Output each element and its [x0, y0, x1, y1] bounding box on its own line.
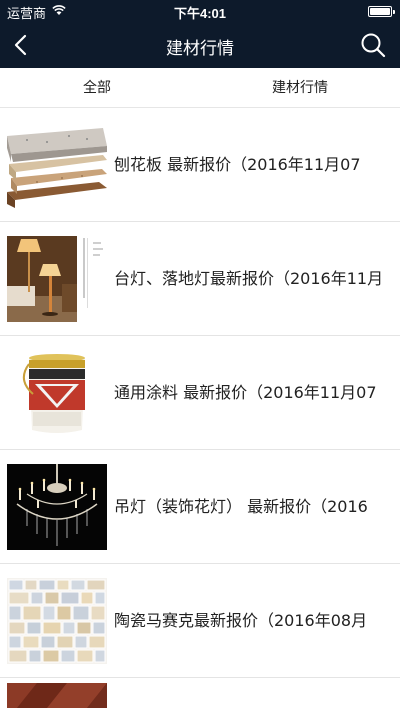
item-title: 陶瓷马赛克最新报价（2016年08月	[114, 611, 368, 630]
list-item[interactable]: 台灯、落地灯最新报价（2016年11月	[0, 222, 400, 336]
item-title: 吊灯（装饰花灯） 最新报价（2016	[114, 497, 368, 516]
tab-all[interactable]: 全部	[0, 68, 200, 108]
wood-floor-image	[7, 683, 107, 708]
status-bar: 运营商 下午4:01	[0, 0, 400, 22]
list-item[interactable]: 刨花板 最新报价（2016年11月07	[0, 108, 400, 222]
chandelier-image	[7, 464, 107, 550]
item-title: 刨花板 最新报价（2016年11月07	[114, 155, 361, 174]
news-list: 刨花板 最新报价（2016年11月07 台灯、落地灯最新报价（2016年11月	[0, 108, 400, 708]
nav-bar: 建材行情	[0, 22, 400, 68]
status-time: 下午4:01	[173, 6, 227, 21]
paint-bucket-image	[7, 350, 107, 436]
list-item[interactable]	[0, 678, 400, 708]
item-title: 通用涂料 最新报价（2016年11月07	[114, 383, 377, 402]
lamps-image	[7, 236, 107, 322]
particleboard-image	[7, 122, 107, 208]
page-title: 建材行情	[166, 39, 234, 59]
list-item[interactable]: 吊灯（装饰花灯） 最新报价（2016	[0, 450, 400, 564]
battery-icon	[368, 6, 395, 17]
list-item[interactable]: 通用涂料 最新报价（2016年11月07	[0, 336, 400, 450]
tab-building-materials[interactable]: 建材行情	[200, 68, 400, 108]
search-icon[interactable]	[360, 32, 386, 58]
mosaic-image	[7, 578, 107, 664]
item-title: 台灯、落地灯最新报价（2016年11月	[114, 269, 384, 288]
list-item[interactable]: 陶瓷马赛克最新报价（2016年08月	[0, 564, 400, 678]
tab-bar: 全部 建材行情	[0, 68, 400, 108]
